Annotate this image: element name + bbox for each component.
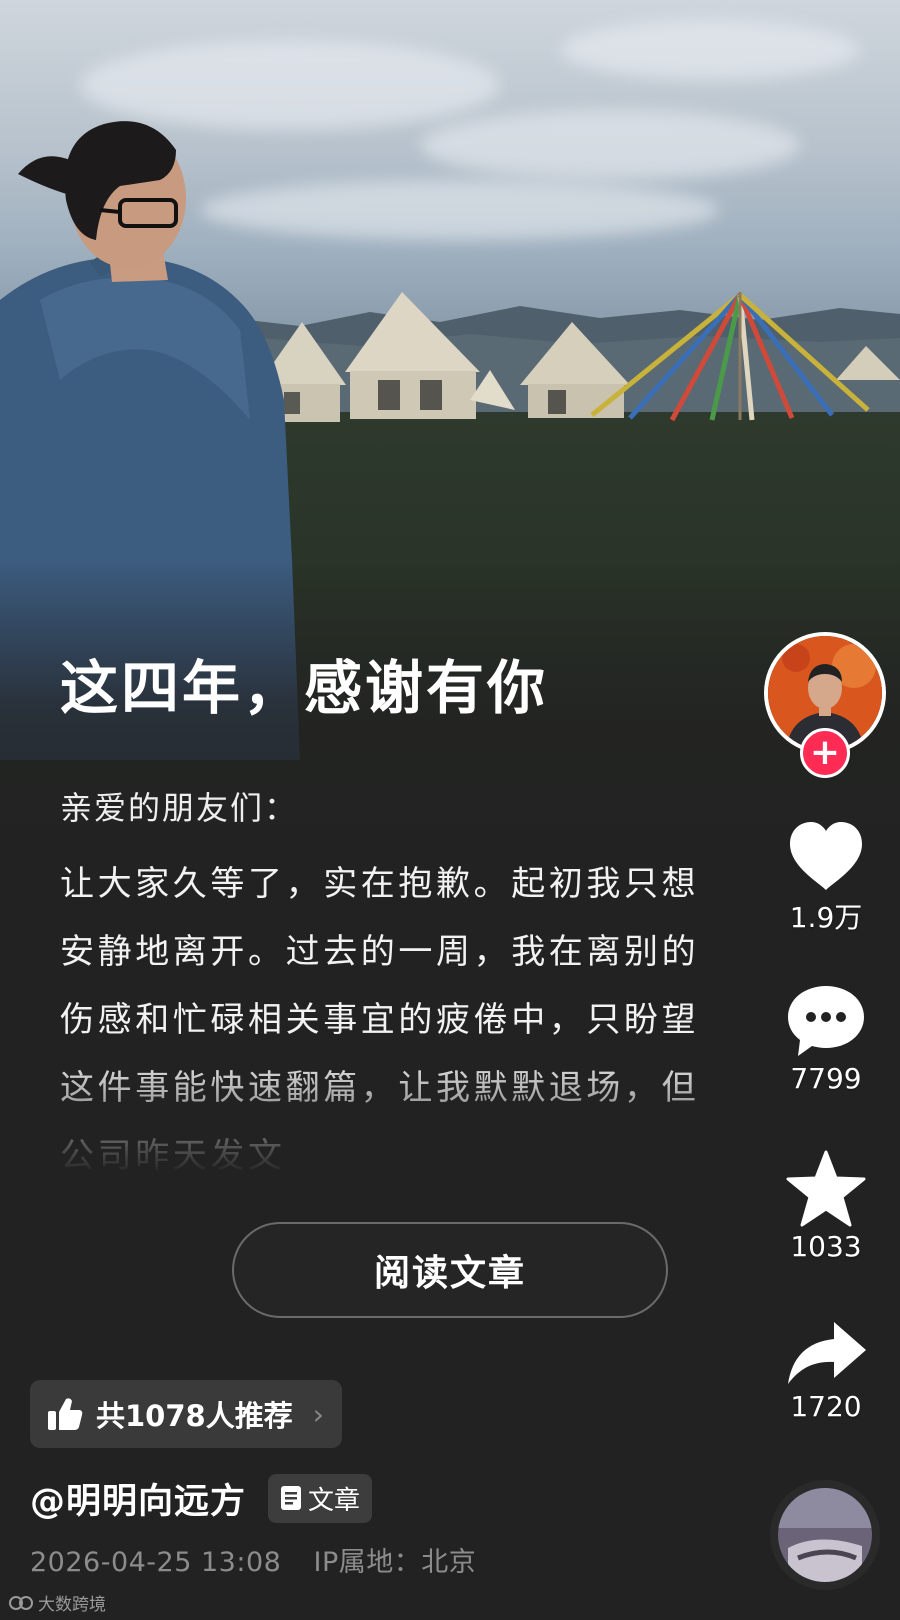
like-button[interactable]: 1.9万 xyxy=(770,818,882,936)
document-icon xyxy=(281,1486,302,1510)
heart-icon xyxy=(790,822,862,890)
comment-button[interactable]: 7799 xyxy=(770,982,882,1095)
article-body: 让大家久等了，实在抱歉。起初我只想安静地离开。过去的一周，我在离别的伤感和忙碌相… xyxy=(60,864,700,1175)
comment-icon xyxy=(788,986,864,1056)
share-count: 1720 xyxy=(790,1390,862,1423)
watermark: 大数跨境 xyxy=(8,1590,106,1615)
favorite-count: 1033 xyxy=(790,1230,862,1263)
watermark-logo-icon xyxy=(9,1595,33,1610)
video-feed-screen: 这四年，感谢有你 亲爱的朋友们： 让大家久等了，实在抱歉。起初我只想安静地离开。… xyxy=(0,0,900,1620)
article-type-label: 文章 xyxy=(308,1485,361,1516)
recommend-label: 共1078人推荐 xyxy=(96,1399,293,1433)
ip-location: IP属地：北京 xyxy=(313,1547,477,1578)
author-handle[interactable]: @明明向远方 xyxy=(30,1473,246,1524)
read-article-button[interactable]: 阅读文章 xyxy=(232,1222,668,1318)
music-disc[interactable] xyxy=(770,1480,880,1590)
post-datetime: 2026-04-25 13:08 xyxy=(30,1547,282,1578)
recommend-pill[interactable]: 共1078人推荐 › xyxy=(30,1380,342,1448)
article-type-tag: 文章 xyxy=(268,1473,373,1523)
thumbs-up-icon xyxy=(48,1398,83,1430)
plus-icon: + xyxy=(809,732,841,773)
share-button[interactable]: 1720 xyxy=(770,1318,882,1423)
article-title: 这四年，感谢有你 xyxy=(60,654,549,722)
article-greeting: 亲爱的朋友们： xyxy=(60,789,299,827)
watermark-text: 大数跨境 xyxy=(38,1595,106,1615)
chevron-right-icon: › xyxy=(312,1397,324,1431)
share-arrow-icon xyxy=(788,1322,866,1384)
author-row: @明明向远方 文章 xyxy=(30,1470,373,1526)
music-cover-image xyxy=(778,1488,872,1582)
post-meta: 2026-04-25 13:08 IP属地：北京 xyxy=(30,1540,476,1579)
article-excerpt: 让大家久等了，实在抱歉。起初我只想安静地离开。过去的一周，我在离别的伤感和忙碌相… xyxy=(60,850,710,1175)
follow-plus-button[interactable]: + xyxy=(800,728,850,778)
favorite-button[interactable]: 1033 xyxy=(770,1150,882,1263)
star-icon xyxy=(786,1150,866,1227)
like-count: 1.9万 xyxy=(789,901,863,934)
comment-count: 7799 xyxy=(790,1062,862,1095)
